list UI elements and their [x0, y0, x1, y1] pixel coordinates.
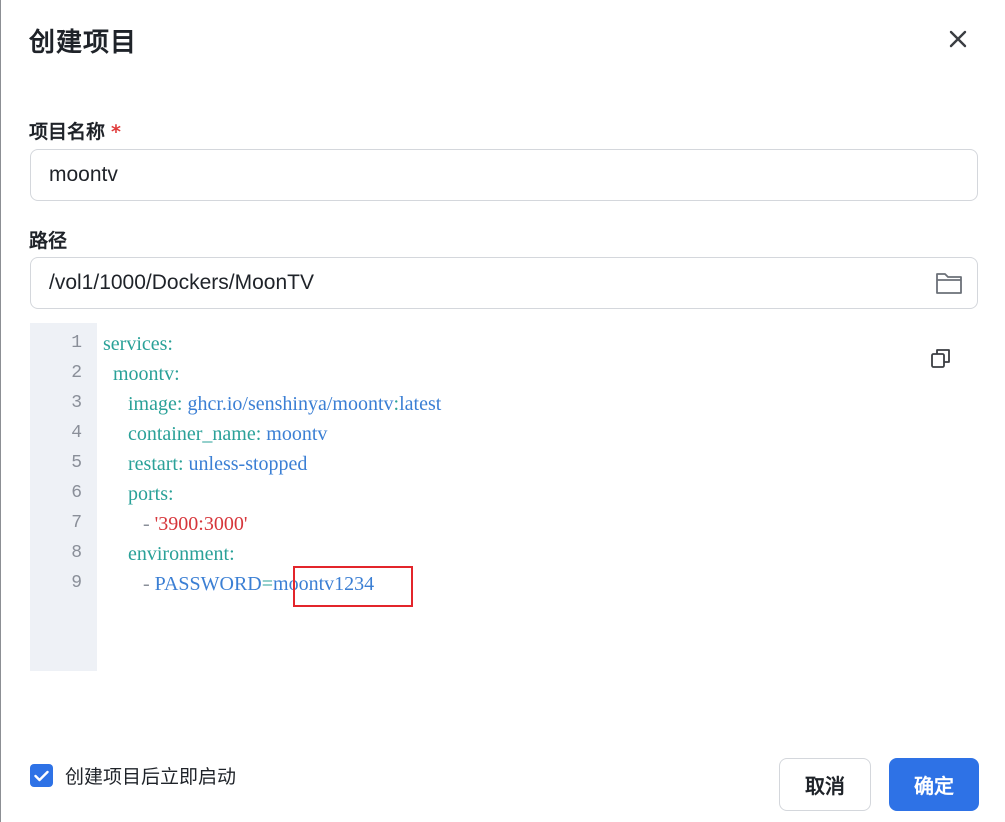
autostart-checkbox[interactable] [30, 764, 53, 787]
code-token: PASSWORD [154, 573, 262, 595]
autostart-label: 创建项目后立即启动 [65, 767, 237, 788]
line-number: 8 [71, 543, 82, 563]
line-number: 2 [71, 363, 82, 383]
project-name-input[interactable]: moontv [30, 149, 978, 201]
code-token: - [103, 573, 155, 595]
confirm-button[interactable]: 确定 [889, 758, 979, 811]
line-number-gutter: 1 2 3 4 5 6 7 8 9 [30, 323, 97, 671]
create-project-dialog: 创建项目 项目名称 * moontv 路径 /vol1/1000/Dockers/… [0, 0, 1005, 822]
autostart-checkbox-row[interactable]: 创建项目后立即启动 [30, 762, 236, 789]
code-line: image: ghcr.io/senshinya/moontv:latest [103, 393, 441, 416]
code-token: : [255, 423, 267, 445]
code-token: latest [399, 393, 442, 415]
code-token: '3900:3000' [154, 513, 248, 535]
required-mark: * [111, 121, 121, 143]
code-token: : [176, 393, 188, 415]
line-number: 1 [71, 333, 82, 353]
code-token: - [103, 513, 155, 535]
code-token: moontv [103, 363, 175, 385]
code-line: environment: [103, 543, 235, 566]
code-token: : [177, 453, 189, 475]
code-token: : [168, 483, 174, 505]
line-number: 3 [71, 393, 82, 413]
code-token: moontv [266, 423, 328, 445]
compose-editor[interactable]: 1 2 3 4 5 6 7 8 9 services: moontv: image: ghcr.… [30, 323, 978, 671]
code-line: ports: [103, 483, 174, 506]
code-token: environment [103, 543, 230, 565]
code-line: moontv: [103, 363, 180, 386]
cancel-button[interactable]: 取消 [779, 758, 871, 811]
line-number: 4 [71, 423, 82, 443]
dialog-title: 创建项目 [29, 28, 138, 58]
project-name-label-text: 项目名称 [29, 121, 106, 143]
path-input[interactable]: /vol1/1000/Dockers/MoonTV [30, 257, 978, 309]
code-token: : [229, 543, 235, 565]
browse-folder-button[interactable] [935, 270, 963, 296]
code-token: restart [103, 453, 178, 475]
copy-button[interactable] [930, 347, 952, 369]
copy-icon [931, 349, 950, 368]
project-name-value: moontv [49, 163, 118, 186]
line-number: 9 [71, 573, 82, 593]
code-token: ghcr.io/senshinya/moontv [187, 393, 394, 415]
code-line: container_name: moontv [103, 423, 327, 446]
code-token: container_name [103, 423, 256, 445]
code-token: : [174, 363, 180, 385]
code-token: ports [103, 483, 168, 505]
line-number: 6 [71, 483, 82, 503]
folder-icon [936, 273, 962, 294]
code-token: image [103, 393, 177, 415]
password-highlight-box [293, 566, 413, 607]
code-token: unless-stopped [188, 453, 308, 475]
check-icon [34, 770, 49, 781]
close-icon [949, 30, 967, 48]
project-name-label: 项目名称 * [29, 117, 121, 144]
path-label: 路径 [29, 230, 68, 252]
code-token: = [261, 573, 274, 595]
code-token: : [167, 333, 173, 355]
code-line: restart: unless-stopped [103, 453, 307, 476]
line-number: 7 [71, 513, 82, 533]
path-value: /vol1/1000/Dockers/MoonTV [49, 271, 314, 294]
code-line: services: [103, 333, 173, 356]
code-line: - '3900:3000' [103, 513, 247, 536]
line-number: 5 [71, 453, 82, 473]
code-token: services [103, 333, 168, 355]
close-button[interactable] [943, 24, 973, 54]
